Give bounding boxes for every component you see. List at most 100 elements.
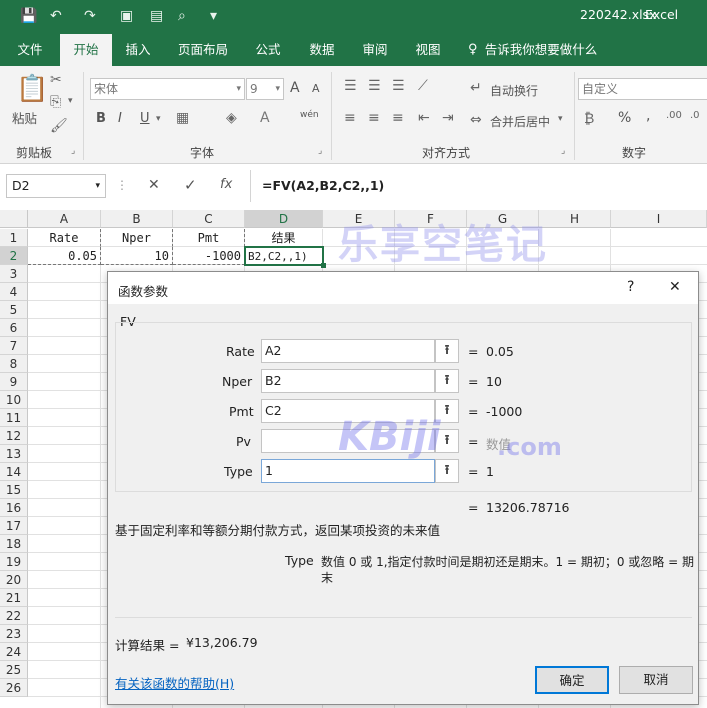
cell-d1[interactable]: 结果 <box>245 229 323 247</box>
save-icon[interactable]: 💾 <box>20 8 37 24</box>
tab-page-layout[interactable]: 页面布局 <box>170 34 236 66</box>
italic-button[interactable]: I <box>118 111 122 126</box>
row-header[interactable]: 17 <box>0 517 28 535</box>
alignment-launcher-icon[interactable]: ⌟ <box>561 146 565 156</box>
increase-decimal-icon[interactable]: .00 <box>666 110 682 121</box>
font-color-button[interactable]: A <box>260 110 270 126</box>
arg-input-nper[interactable]: B2 <box>261 369 435 393</box>
row-header[interactable]: 6 <box>0 319 28 337</box>
column-header[interactable]: A <box>28 210 101 228</box>
row-header[interactable]: 22 <box>0 607 28 625</box>
align-top-icon[interactable]: ☰ <box>344 78 357 94</box>
cell-c2[interactable]: -1000 <box>173 247 245 265</box>
wrap-text-icon[interactable]: ↵ <box>470 80 482 96</box>
row-header[interactable]: 13 <box>0 445 28 463</box>
cell-a1[interactable]: Rate <box>28 229 101 247</box>
row-header[interactable]: 24 <box>0 643 28 661</box>
row-header[interactable]: 8 <box>0 355 28 373</box>
column-header[interactable]: I <box>611 210 707 228</box>
help-icon[interactable]: ? <box>627 279 634 295</box>
form-icon[interactable]: ▤ <box>150 8 163 24</box>
row-header[interactable]: 12 <box>0 427 28 445</box>
font-launcher-icon[interactable]: ⌟ <box>318 146 322 156</box>
customize-qat-icon[interactable]: ▾ <box>210 8 217 24</box>
tab-review[interactable]: 审阅 <box>353 34 397 66</box>
underline-button[interactable]: U <box>140 111 150 126</box>
close-icon[interactable]: ✕ <box>669 279 681 295</box>
align-left-icon[interactable]: ≡ <box>344 110 356 126</box>
borders-icon[interactable]: ▦ <box>176 110 189 126</box>
tab-data[interactable]: 数据 <box>300 34 344 66</box>
tab-formulas[interactable]: 公式 <box>246 34 290 66</box>
paste-icon[interactable]: 📋 <box>16 74 48 104</box>
font-size-box[interactable]: 9 ▾ <box>246 78 284 100</box>
decrease-indent-icon[interactable]: ⇤ <box>418 110 430 126</box>
row-header[interactable]: 23 <box>0 625 28 643</box>
column-header[interactable]: B <box>101 210 173 228</box>
merge-dropdown-icon[interactable]: ▾ <box>558 114 563 124</box>
cell-a2[interactable]: 0.05 <box>28 247 101 265</box>
tab-insert[interactable]: 插入 <box>116 34 160 66</box>
fill-color-icon[interactable]: ◈ <box>226 110 237 126</box>
row-header[interactable]: 5 <box>0 301 28 319</box>
row-header[interactable]: 9 <box>0 373 28 391</box>
row-header[interactable]: 20 <box>0 571 28 589</box>
row-header[interactable]: 1 <box>0 229 28 247</box>
arg-input-rate[interactable]: A2 <box>261 339 435 363</box>
row-header[interactable]: 25 <box>0 661 28 679</box>
cell-c1[interactable]: Pmt <box>173 229 245 247</box>
cell-d2-active[interactable]: B2,C2,,1) <box>244 246 324 266</box>
increase-indent-icon[interactable]: ⇥ <box>442 110 454 126</box>
row-header[interactable]: 21 <box>0 589 28 607</box>
number-format-box[interactable]: 自定义 <box>578 78 707 100</box>
column-header[interactable]: H <box>539 210 611 228</box>
align-bottom-icon[interactable]: ☰ <box>392 78 405 94</box>
font-name-box[interactable]: 宋体 ▾ <box>90 78 245 100</box>
merge-center-button[interactable]: 合并后居中 <box>490 113 550 130</box>
row-header[interactable]: 4 <box>0 283 28 301</box>
column-header[interactable]: C <box>173 210 245 228</box>
tab-home[interactable]: 开始 <box>60 34 112 66</box>
row-header[interactable]: 19 <box>0 553 28 571</box>
cancel-icon[interactable]: ✕ <box>148 177 160 193</box>
cut-icon[interactable]: ✂ <box>50 72 62 88</box>
tell-me-box[interactable]: 告诉我你想要做什么 <box>484 34 598 66</box>
row-header[interactable]: 10 <box>0 391 28 409</box>
merge-center-icon[interactable]: ⇔ <box>470 112 482 128</box>
align-right-icon[interactable]: ≡ <box>392 110 404 126</box>
select-all-corner[interactable] <box>0 210 28 228</box>
row-header[interactable]: 3 <box>0 265 28 283</box>
row-header[interactable]: 11 <box>0 409 28 427</box>
redo-icon[interactable]: ↷ <box>84 8 96 24</box>
decrease-font-button[interactable]: A <box>312 82 320 95</box>
percent-button[interactable]: % <box>618 110 631 126</box>
row-header[interactable]: 14 <box>0 463 28 481</box>
bold-button[interactable]: B <box>96 111 106 126</box>
phonetic-button[interactable]: wén <box>300 110 319 120</box>
arg-input-type[interactable]: 1 <box>261 459 435 483</box>
enter-icon[interactable]: ✓ <box>184 176 197 194</box>
comma-button[interactable]: , <box>646 108 650 124</box>
row-header[interactable]: 18 <box>0 535 28 553</box>
cancel-button[interactable]: 取消 <box>619 666 693 694</box>
fill-handle[interactable] <box>321 263 326 268</box>
column-header[interactable]: D <box>245 210 323 228</box>
underline-dropdown-icon[interactable]: ▾ <box>156 114 161 124</box>
align-middle-icon[interactable]: ☰ <box>368 78 381 94</box>
cell-b2[interactable]: 10 <box>101 247 173 265</box>
tab-view[interactable]: 视图 <box>406 34 450 66</box>
function-help-link[interactable]: 有关该函数的帮助(H) <box>115 673 234 692</box>
format-painter-icon[interactable]: 🖌 <box>50 118 68 134</box>
tab-file[interactable]: 文件 <box>8 34 52 66</box>
formula-input[interactable]: =FV(A2,B2,C2,,1) <box>262 178 384 193</box>
search-doc-icon[interactable]: ⌕ <box>178 8 186 24</box>
row-header[interactable]: 15 <box>0 481 28 499</box>
collapse-dialog-icon[interactable]: ⭱ <box>435 459 459 483</box>
clipboard-launcher-icon[interactable]: ⌟ <box>71 146 75 156</box>
ok-button[interactable]: 确定 <box>535 666 609 694</box>
wrap-text-button[interactable]: 自动换行 <box>490 82 538 99</box>
row-header[interactable]: 2 <box>0 247 28 265</box>
cell-b1[interactable]: Nper <box>101 229 173 247</box>
copy-icon[interactable]: ⎘ <box>50 94 61 110</box>
accounting-format-icon[interactable]: ₿ <box>584 110 594 127</box>
